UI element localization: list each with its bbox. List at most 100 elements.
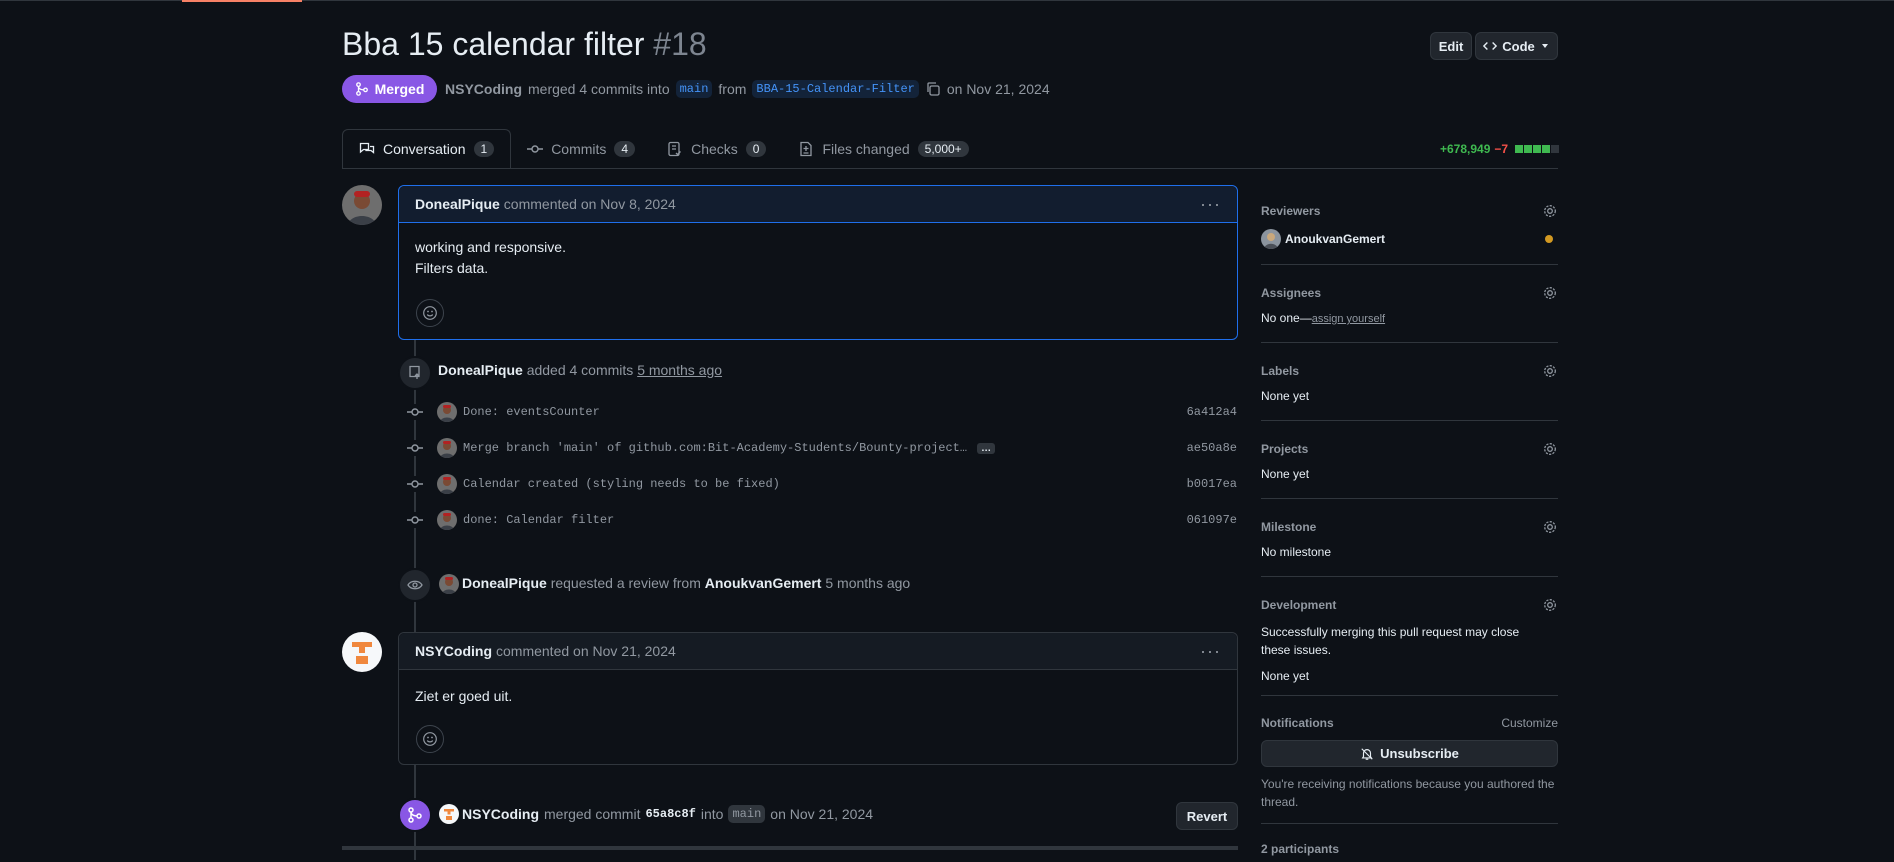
development-value: None yet bbox=[1261, 669, 1310, 683]
avatar[interactable] bbox=[437, 474, 457, 494]
merge-icon bbox=[355, 82, 368, 96]
kebab-menu-icon[interactable]: ··· bbox=[1200, 194, 1221, 215]
merged-label: Merged bbox=[374, 81, 425, 97]
diffstat-deletions: −7 bbox=[1494, 142, 1509, 156]
milestone-heading[interactable]: Milestone bbox=[1261, 499, 1558, 535]
tab-checks[interactable]: Checks 0 bbox=[651, 129, 782, 169]
tab-files-changed[interactable]: Files changed 5,000+ bbox=[782, 129, 984, 169]
event-author[interactable]: DonealPique bbox=[462, 575, 547, 591]
diffstat[interactable]: +678,949 −7 bbox=[1440, 142, 1560, 156]
comment-header: DonealPique commented on Nov 8, 2024 ··· bbox=[399, 186, 1237, 223]
repo-push-icon bbox=[398, 356, 432, 390]
tab-files-count: 5,000+ bbox=[917, 141, 969, 157]
event-author[interactable]: DonealPique bbox=[438, 362, 523, 378]
comment-body: Ziet er goed uit. bbox=[415, 688, 513, 704]
commit-sha[interactable]: 6a412a4 bbox=[1187, 405, 1237, 419]
notifications-heading: Notifications Customize bbox=[1261, 696, 1558, 730]
comment-box: DonealPique commented on Nov 8, 2024 ···… bbox=[398, 185, 1238, 340]
unsubscribe-button[interactable]: Unsubscribe bbox=[1261, 740, 1558, 767]
code-button[interactable]: Code bbox=[1475, 32, 1558, 60]
commit-message[interactable]: Done: eventsCounter bbox=[463, 405, 600, 419]
reviewer-name[interactable]: AnoukvanGemert bbox=[1285, 232, 1385, 246]
event-text: added 4 commits bbox=[526, 362, 634, 378]
commit-sha[interactable]: b0017ea bbox=[1187, 477, 1237, 491]
commit-message[interactable]: done: Calendar filter bbox=[463, 513, 614, 527]
event-time[interactable]: 5 months ago bbox=[825, 575, 910, 591]
avatar[interactable] bbox=[342, 185, 382, 225]
head-branch[interactable]: BBA-15-Calendar-Filter bbox=[752, 80, 919, 98]
merged-status-badge: Merged bbox=[342, 75, 437, 103]
milestone-value: No milestone bbox=[1261, 545, 1332, 559]
sidebar-projects: Projects None yet bbox=[1261, 421, 1558, 499]
top-accent bbox=[182, 0, 302, 2]
copy-icon[interactable] bbox=[925, 81, 941, 97]
labels-heading[interactable]: Labels bbox=[1261, 343, 1558, 379]
gear-icon[interactable] bbox=[1542, 519, 1558, 535]
avatar[interactable] bbox=[437, 510, 457, 530]
projects-value: None yet bbox=[1261, 467, 1310, 481]
gear-icon[interactable] bbox=[1542, 597, 1558, 613]
comment-meta[interactable]: commented on Nov 8, 2024 bbox=[504, 196, 676, 212]
projects-heading[interactable]: Projects bbox=[1261, 421, 1558, 457]
avatar[interactable] bbox=[1261, 229, 1281, 249]
tab-conversation-label: Conversation bbox=[383, 141, 466, 157]
event-author[interactable]: NSYCoding bbox=[462, 806, 539, 822]
development-title: Development bbox=[1261, 598, 1337, 612]
reviewers-heading[interactable]: Reviewers bbox=[1261, 195, 1558, 219]
base-branch[interactable]: main bbox=[675, 80, 713, 98]
commits-event: DonealPique added 4 commits 5 months ago bbox=[438, 362, 722, 378]
labels-value: None yet bbox=[1261, 389, 1310, 403]
gear-icon[interactable] bbox=[1542, 285, 1558, 301]
comment-line: Filters data. bbox=[415, 260, 489, 276]
kebab-menu-icon[interactable]: ··· bbox=[1200, 641, 1221, 662]
event-reviewer[interactable]: AnoukvanGemert bbox=[705, 575, 822, 591]
gear-icon[interactable] bbox=[1542, 441, 1558, 457]
comment-author[interactable]: NSYCoding bbox=[415, 643, 492, 659]
sidebar-reviewers: Reviewers AnoukvanGemert bbox=[1261, 195, 1558, 265]
edit-button[interactable]: Edit bbox=[1430, 32, 1472, 60]
milestone-title: Milestone bbox=[1261, 520, 1317, 534]
commit-sha[interactable]: ae50a8e bbox=[1187, 441, 1237, 455]
commit-message[interactable]: Merge branch 'main' of github.com:Bit-Ac… bbox=[463, 441, 967, 455]
pr-author-link[interactable]: NSYCoding bbox=[445, 81, 522, 97]
eye-icon bbox=[398, 568, 432, 602]
assignees-none: No one— bbox=[1261, 311, 1312, 325]
notifications-title: Notifications bbox=[1261, 716, 1334, 730]
merge-commit-sha[interactable]: 65a8c8f bbox=[645, 807, 695, 821]
tab-conversation[interactable]: Conversation 1 bbox=[342, 129, 512, 169]
comment-author[interactable]: DonealPique bbox=[415, 196, 500, 212]
caret-down-icon bbox=[1541, 44, 1548, 48]
comment-meta[interactable]: commented on Nov 21, 2024 bbox=[496, 643, 676, 659]
customize-link[interactable]: Customize bbox=[1501, 716, 1558, 730]
avatar[interactable] bbox=[437, 438, 457, 458]
pr-tabs: Conversation 1 Commits 4 Checks 0 Files … bbox=[342, 129, 985, 169]
merge-branch[interactable]: main bbox=[728, 805, 766, 823]
commit-message[interactable]: Calendar created (styling needs to be fi… bbox=[463, 477, 780, 491]
participants-count: 2 participants bbox=[1261, 842, 1340, 856]
expand-message-button[interactable]: … bbox=[977, 442, 996, 454]
sidebar-notifications: Notifications Customize Unsubscribe You'… bbox=[1261, 696, 1558, 824]
comment-body: working and responsive. Filters data. bbox=[399, 223, 1237, 279]
event-text: merged commit bbox=[544, 806, 641, 822]
add-reaction-icon[interactable] bbox=[416, 725, 444, 753]
code-icon bbox=[1483, 42, 1498, 50]
file-diff-icon bbox=[800, 141, 813, 157]
revert-button[interactable]: Revert bbox=[1176, 802, 1238, 830]
development-heading[interactable]: Development bbox=[1261, 577, 1558, 613]
commit-sha[interactable]: 061097e bbox=[1187, 513, 1237, 527]
avatar[interactable] bbox=[437, 402, 457, 422]
gear-icon[interactable] bbox=[1542, 363, 1558, 379]
avatar[interactable] bbox=[439, 804, 459, 824]
sidebar-development: Development Successfully merging this pu… bbox=[1261, 577, 1558, 696]
add-reaction-icon[interactable] bbox=[416, 299, 444, 327]
tab-commits[interactable]: Commits 4 bbox=[511, 129, 651, 169]
bell-slash-icon bbox=[1361, 747, 1373, 760]
event-time[interactable]: 5 months ago bbox=[637, 362, 722, 378]
gear-icon[interactable] bbox=[1542, 203, 1558, 219]
sidebar-milestone: Milestone No milestone bbox=[1261, 499, 1558, 577]
avatar[interactable] bbox=[439, 574, 459, 594]
assign-yourself-link[interactable]: assign yourself bbox=[1312, 313, 1385, 325]
avatar[interactable] bbox=[342, 632, 382, 672]
from-text: from bbox=[718, 81, 747, 97]
assignees-heading[interactable]: Assignees bbox=[1261, 265, 1558, 301]
